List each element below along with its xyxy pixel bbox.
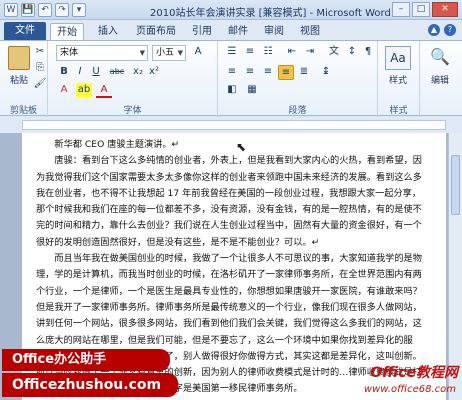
bullets-icon[interactable]: ☰ <box>224 45 240 60</box>
paste-button[interactable]: 粘贴 <box>6 45 32 87</box>
site-watermark: Office教程网 <box>370 365 458 381</box>
styles-group-label: 样式 <box>389 106 408 116</box>
tab-page-layout[interactable]: 页面布局 <box>130 23 182 40</box>
text-effects-button[interactable]: A <box>56 83 72 98</box>
cut-icon[interactable]: ✂ <box>32 45 48 60</box>
styles-icon: Aa <box>385 46 411 70</box>
chinese-layout-icon[interactable]: 文 <box>326 45 342 60</box>
distributed-icon[interactable]: ≣ <box>296 65 312 80</box>
tab-file[interactable]: 文件 <box>4 22 46 40</box>
group-styles: Aa 样式 样式 <box>378 41 420 117</box>
help-icon[interactable]: ? <box>444 24 456 36</box>
font-group-label: 字体 <box>123 106 142 116</box>
close-button[interactable]: ✕ <box>432 2 458 17</box>
minimize-ribbon-icon[interactable]: ▲ <box>428 24 440 36</box>
word-logo-icon: W <box>4 3 18 17</box>
shading-icon[interactable]: ◧ <box>224 83 240 98</box>
paste-icon <box>8 46 30 70</box>
decrease-indent-icon[interactable]: ⇤ <box>284 45 300 60</box>
group-editing: 🔍 编辑 <box>420 41 462 117</box>
ruler-scale[interactable] <box>22 120 446 130</box>
bold-button[interactable]: B <box>56 65 72 80</box>
editing-button[interactable]: 🔍 编辑 <box>424 45 456 87</box>
quick-styles-button[interactable]: Aa 样式 <box>382 45 414 87</box>
line-spacing-icon[interactable]: ↨ <box>318 65 334 80</box>
align-left-icon[interactable]: ≡ <box>224 65 240 80</box>
show-marks-icon[interactable]: ¶ <box>360 45 376 60</box>
format-painter-icon[interactable]: 🖌 <box>32 77 48 92</box>
grow-font-icon[interactable]: A <box>190 45 206 60</box>
align-right-icon[interactable]: ≡ <box>260 65 276 80</box>
clipboard-group-label: 剪贴板 <box>9 106 37 116</box>
superscript-button[interactable]: x² <box>146 65 162 80</box>
paragraph-2: 唐骏：看到台下这么多纯情的创业者，外表上，但是我看到大家内心的火热，看到希望，因… <box>36 155 422 248</box>
font-name-combo[interactable]: 宋体 ▼ <box>56 45 148 61</box>
group-clipboard: 粘贴 ✂ ⎘ 🖌 剪贴板 <box>0 41 48 117</box>
sort-icon[interactable]: ↕ <box>344 45 360 60</box>
italic-button[interactable]: I <box>72 65 88 80</box>
site-url-watermark: www.office68.com <box>363 384 456 395</box>
chevron-down-icon: ▼ <box>177 49 183 57</box>
numbering-icon[interactable]: ≡ <box>242 45 258 60</box>
redo-icon[interactable]: ↷ <box>55 3 69 17</box>
underline-button[interactable]: U <box>88 65 104 80</box>
font-size-combo[interactable]: 小五 ▼ <box>152 45 186 61</box>
minimize-button[interactable]: – <box>392 2 410 17</box>
highlight-button[interactable]: ab <box>76 83 92 98</box>
group-font: 宋体 ▼ 小五 ▼ A B I U abc x₂ x² A ab A 字体 <box>48 41 218 117</box>
justify-icon[interactable]: ≡ <box>278 65 294 80</box>
brand-url-watermark: Officezhushou.com <box>2 373 178 397</box>
paragraph-group-label: 段落 <box>288 106 307 116</box>
customize-qat-icon[interactable]: ▾ <box>72 3 86 17</box>
maximize-button[interactable]: □ <box>412 2 430 17</box>
ruler <box>0 117 462 133</box>
copy-icon[interactable]: ⎘ <box>32 61 48 76</box>
chevron-down-icon: ▼ <box>139 49 145 57</box>
strikethrough-button[interactable]: abc <box>106 65 128 80</box>
paragraph-1: 新华都 CEO 唐骏主题演讲。↵ <box>54 139 180 150</box>
tab-home[interactable]: 开始 <box>50 23 84 40</box>
mouse-cursor-icon: ⬉ <box>236 140 247 154</box>
subscript-button[interactable]: x₂ <box>130 65 146 80</box>
help-icons: ▲ ? <box>428 24 456 36</box>
scrollbar-thumb[interactable] <box>451 155 460 215</box>
brand-watermark: Office办公助手 <box>2 349 170 371</box>
window-title: 2010站长年会演讲实录 [兼容模式] - Microsoft Word <box>150 8 391 19</box>
align-center-icon[interactable]: ≡ <box>242 65 258 80</box>
multilevel-list-icon[interactable]: ☷ <box>260 45 276 60</box>
tab-view[interactable]: 视图 <box>294 23 326 40</box>
tab-review[interactable]: 审阅 <box>258 23 290 40</box>
find-icon: 🔍 <box>430 47 450 66</box>
title-bar: W 💾 ↶ ↷ ▾ 2010站长年会演讲实录 [兼容模式] - Microsof… <box>0 0 462 20</box>
borders-icon[interactable]: ▦ <box>244 83 260 98</box>
tab-references[interactable]: 引用 <box>186 23 218 40</box>
ribbon-tabs: 文件 开始 插入 页面布局 引用 邮件 审阅 视图 ▲ ? <box>0 20 462 40</box>
group-paragraph: ☰ ≡ ☷ ⇤ ⇥ 文 ↕ ¶ ≡ ≡ ≡ ≡ ≣ ↨ ◧ ▦ 段落 <box>218 41 378 117</box>
tab-mailings[interactable]: 邮件 <box>222 23 254 40</box>
save-icon[interactable]: 💾 <box>21 3 35 17</box>
vertical-scrollbar[interactable] <box>448 133 462 400</box>
window-controls: – □ ✕ <box>392 2 458 17</box>
increase-indent-icon[interactable]: ⇥ <box>302 45 318 60</box>
tab-insert[interactable]: 插入 <box>92 23 124 40</box>
font-color-button[interactable]: A <box>96 83 112 98</box>
quick-access-toolbar: W 💾 ↶ ↷ ▾ <box>4 3 86 17</box>
undo-icon[interactable]: ↶ <box>38 3 52 17</box>
ribbon: 粘贴 ✂ ⎘ 🖌 剪贴板 宋体 ▼ 小五 ▼ A B I U abc x₂ x² A… <box>0 40 462 117</box>
